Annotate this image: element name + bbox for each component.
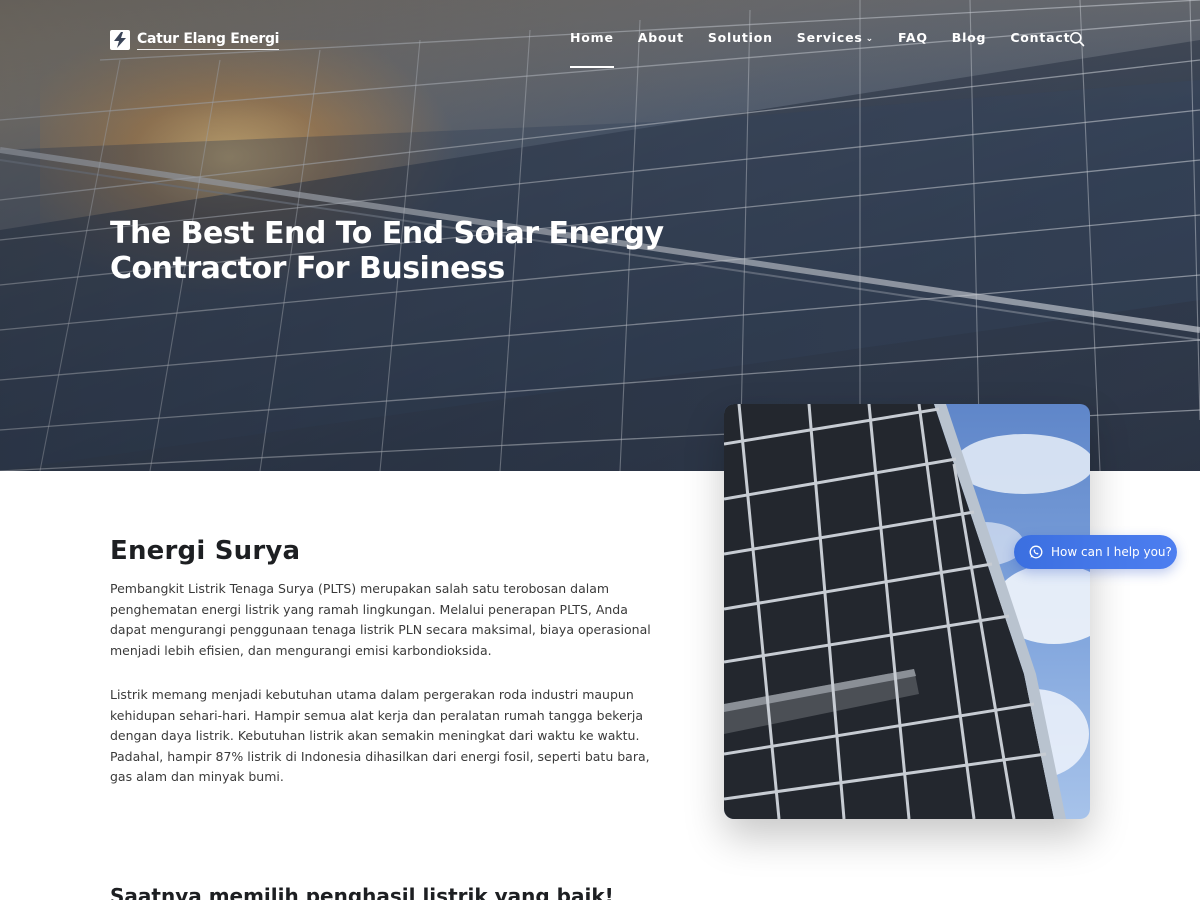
paragraph-electricity-need: Listrik memang menjadi kebutuhan utama d… — [110, 687, 650, 784]
hero-title-line-2: Contractor For Business — [110, 251, 505, 286]
solar-panel-photo-card — [724, 404, 1090, 819]
solar-panel-underside-image — [724, 404, 1090, 819]
chat-help-label: How can I help you? — [1051, 545, 1172, 559]
nav-item-blog[interactable]: Blog — [952, 30, 987, 45]
nav-label-about: About — [637, 30, 684, 45]
site-header: Catur Elang Energi Home About Solution S… — [0, 0, 1200, 80]
site-logo[interactable]: Catur Elang Energi — [110, 30, 279, 50]
nav-label-blog: Blog — [951, 30, 987, 45]
hero-title: The Best End To End Solar Energy Contrac… — [110, 216, 710, 286]
chat-help-button[interactable]: How can I help you? — [1014, 535, 1177, 569]
nav-item-about[interactable]: About — [638, 30, 684, 45]
nav-item-contact[interactable]: Contact — [1010, 30, 1070, 45]
subsection-title: Saatnya memilih penghasil listrik yang b… — [110, 884, 614, 900]
section-title: Energi Surya — [110, 536, 301, 566]
nav-item-faq[interactable]: FAQ — [898, 30, 928, 45]
nav-label-home: Home — [570, 30, 614, 45]
lightning-bolt-icon — [110, 30, 130, 50]
chevron-down-icon: ⌄ — [865, 34, 874, 44]
nav-label-contact: Contact — [1010, 30, 1071, 45]
nav-label-services: Services — [796, 30, 863, 45]
whatsapp-icon — [1029, 545, 1043, 559]
nav-item-home[interactable]: Home — [570, 30, 614, 68]
nav-label-solution: Solution — [707, 30, 773, 45]
paragraph-intro: Pembangkit Listrik Tenaga Surya (PLTS) m… — [110, 581, 651, 658]
nav-label-faq: FAQ — [897, 30, 928, 45]
nav-item-solution[interactable]: Solution — [708, 30, 773, 45]
brand-name: Catur Elang Energi — [137, 31, 279, 50]
main-nav: Home About Solution Services ⌄ FAQ Blog C… — [570, 30, 1094, 68]
search-icon[interactable] — [1069, 31, 1085, 47]
nav-item-services[interactable]: Services ⌄ — [797, 30, 874, 45]
hero-title-line-1: The Best End To End Solar Energy — [110, 216, 664, 251]
